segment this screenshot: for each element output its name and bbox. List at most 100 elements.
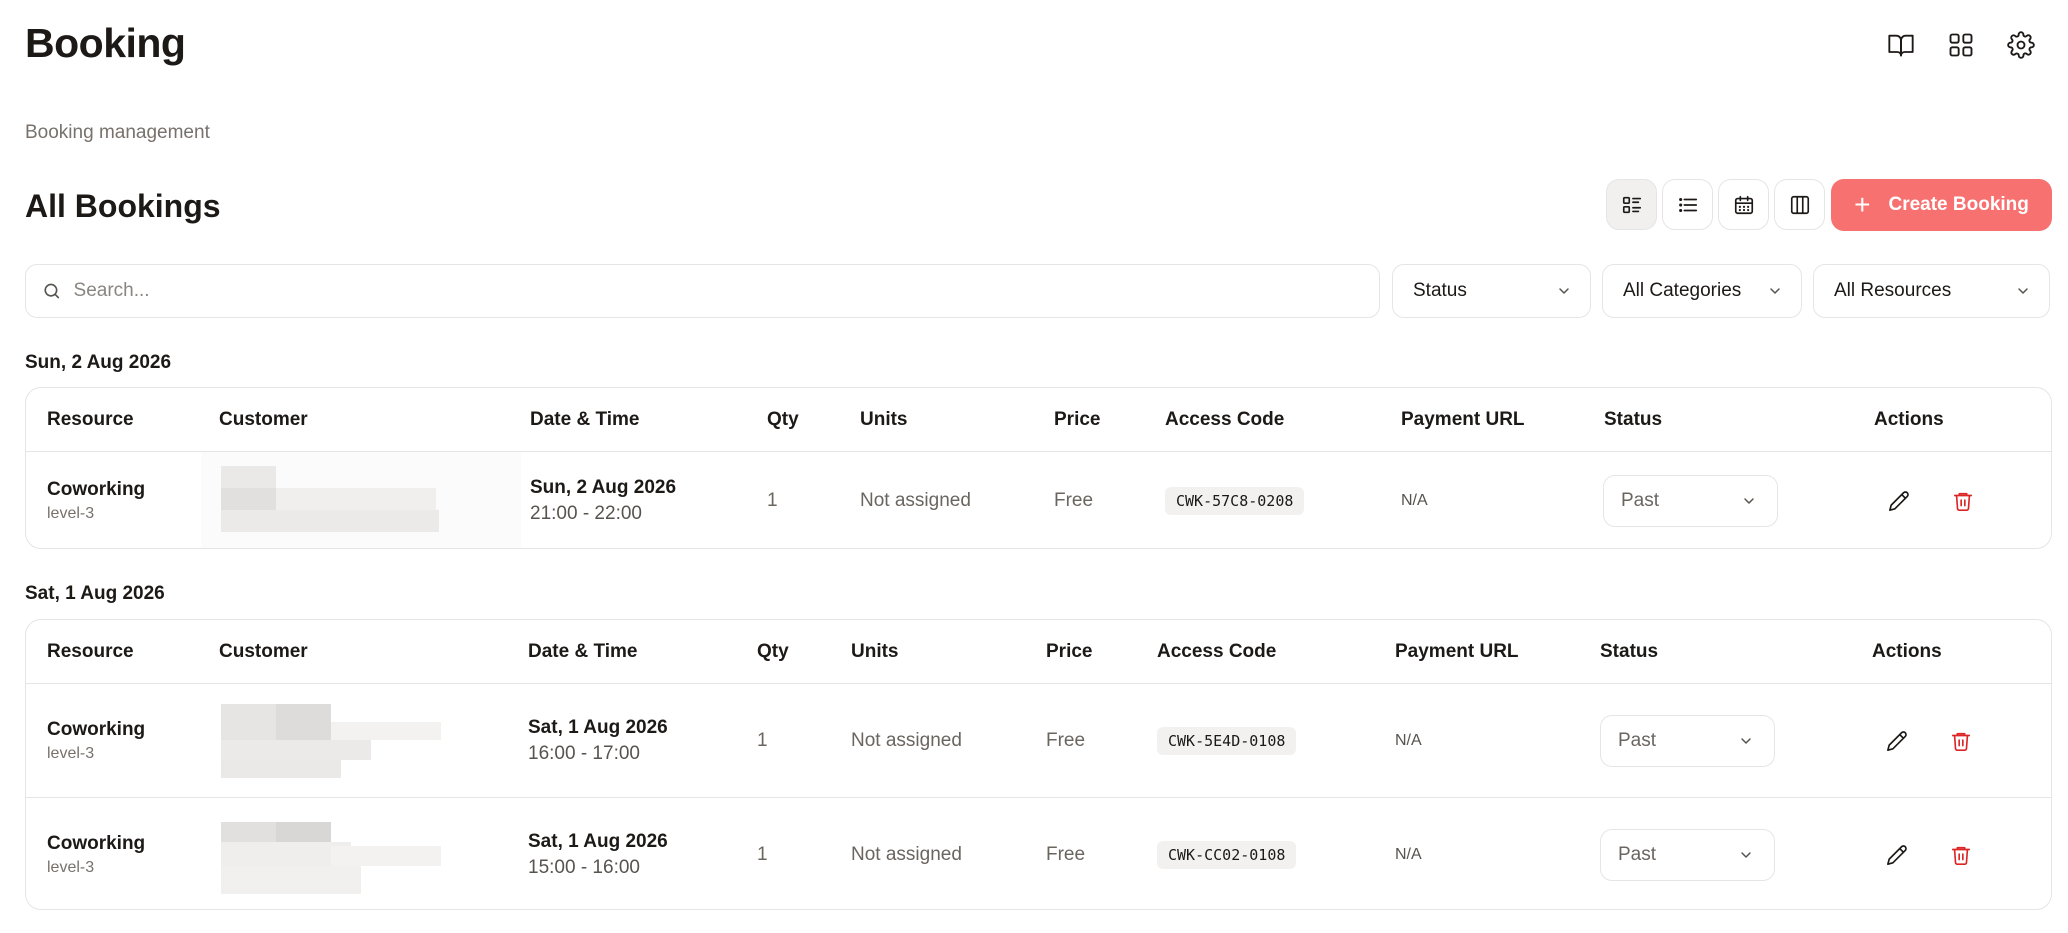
actions-cell [1883,684,1975,797]
trash-icon[interactable] [1947,841,1975,869]
page-subtitle: Booking management [25,122,210,143]
booking-time: 16:00 - 17:00 [528,742,640,764]
access-code: CWK-57C8-0208 [1165,486,1305,515]
status-cell: Past [1600,798,1775,909]
table-row[interactable]: Coworking level-3 Sun, 2 Aug 2026 21:00 … [26,451,2051,548]
status-filter-label: Status [1413,280,1467,301]
resource-name: Coworking [47,718,146,740]
column-header: Qty [757,640,789,662]
status-value: Past [1621,489,1660,511]
list-detail-view-button[interactable] [1606,179,1657,230]
column-header: Access Code [1157,640,1277,662]
status-cell: Past [1603,452,1778,548]
chevron-down-icon [1741,851,1751,858]
edit-icon[interactable] [1885,487,1913,515]
resource-level: level-3 [47,504,95,522]
column-header: Date & Time [530,408,640,430]
booking-time: 21:00 - 22:00 [530,502,642,524]
payment-url-cell: N/A [1395,845,1422,863]
chevron-down-icon [2018,288,2028,294]
bookings-table: Resource Customer Date & Time Qty Units … [25,387,2052,549]
column-header: Price [1054,408,1101,430]
datetime-cell: Sat, 1 Aug 2026 15:00 - 16:00 [528,798,668,909]
payment-url-cell: N/A [1401,491,1428,509]
price-cell: Free [1046,843,1086,865]
customer-redacted [201,684,521,797]
column-header: Customer [219,408,308,430]
resource-cell: Coworking level-3 [47,798,146,909]
column-header: Status [1600,640,1659,662]
booking-date: Sat, 1 Aug 2026 [528,716,668,738]
create-booking-button[interactable]: + Create Booking [1831,179,2052,231]
table-row[interactable]: Coworking level-3 Sat, 1 Aug 2026 15:00 … [26,797,2051,909]
access-code: CWK-CC02-0108 [1157,840,1297,869]
edit-icon[interactable] [1883,727,1911,755]
units-cell: Not assigned [851,843,962,865]
categories-filter-label: All Categories [1623,280,1742,301]
resource-name: Coworking [47,478,146,500]
column-header: Actions [1872,640,1942,662]
chevron-down-icon [1770,288,1780,294]
column-header: Customer [219,640,308,662]
search-input[interactable] [73,280,1379,302]
resource-cell: Coworking level-3 [47,452,146,548]
column-header: Payment URL [1395,640,1519,662]
categories-filter[interactable]: All Categories [1602,264,1802,318]
units-cell: Not assigned [851,729,962,751]
customer-redacted [201,798,521,909]
actions-cell [1885,452,1977,548]
create-booking-label: Create Booking [1888,194,2029,215]
table-header-row: Resource Customer Date & Time Qty Units … [26,620,2051,683]
status-select[interactable]: Past [1603,474,1778,527]
column-header: Payment URL [1401,408,1525,430]
column-header: Access Code [1165,408,1285,430]
section-title: All Bookings [25,188,221,224]
calendar-view-button[interactable] [1718,179,1769,230]
status-value: Past [1618,729,1657,751]
status-filter[interactable]: Status [1392,264,1591,318]
access-code-cell: CWK-CC02-0108 [1157,798,1297,909]
status-cell: Past [1600,684,1775,797]
actions-cell [1883,798,1975,909]
trash-icon[interactable] [1947,727,1975,755]
table-header-row: Resource Customer Date & Time Qty Units … [26,388,2051,451]
column-header: Qty [767,408,799,430]
status-select[interactable]: Past [1600,714,1775,767]
resource-name: Coworking [47,832,146,854]
edit-icon[interactable] [1883,841,1911,869]
resources-filter-label: All Resources [1834,280,1952,301]
booking-time: 15:00 - 16:00 [528,856,640,878]
chevron-down-icon [1559,288,1569,294]
list-view-button[interactable] [1662,179,1713,230]
units-cell: Not assigned [860,489,971,511]
columns-view-button[interactable] [1774,179,1825,230]
column-header: Actions [1874,408,1944,430]
trash-icon[interactable] [1949,487,1977,515]
qty-cell: 1 [767,489,778,511]
access-code-cell: CWK-57C8-0208 [1165,452,1305,548]
status-value: Past [1618,843,1657,865]
datetime-cell: Sun, 2 Aug 2026 21:00 - 22:00 [530,452,677,548]
table-row[interactable]: Coworking level-3 Sat, 1 Aug 2026 16:00 … [26,683,2051,797]
grid-icon[interactable] [1942,26,1980,64]
status-select[interactable]: Past [1600,828,1775,881]
column-header: Price [1046,640,1093,662]
price-cell: Free [1046,729,1086,751]
column-header: Units [851,640,899,662]
chevron-down-icon [1741,737,1751,744]
search-box[interactable] [25,264,1380,318]
view-toggle-group [1606,179,1825,230]
book-open-icon[interactable] [1882,26,1920,64]
payment-url-cell: N/A [1395,731,1422,749]
chevron-down-icon [1744,497,1754,504]
booking-date: Sat, 1 Aug 2026 [528,830,668,852]
column-header: Resource [47,408,134,430]
qty-cell: 1 [757,729,768,751]
column-header: Status [1604,408,1663,430]
booking-date: Sun, 2 Aug 2026 [530,476,677,498]
search-icon [44,283,60,299]
gear-icon[interactable] [2002,26,2040,64]
access-code-cell: CWK-5E4D-0108 [1157,684,1297,797]
resource-cell: Coworking level-3 [47,684,145,797]
resources-filter[interactable]: All Resources [1813,264,2050,318]
